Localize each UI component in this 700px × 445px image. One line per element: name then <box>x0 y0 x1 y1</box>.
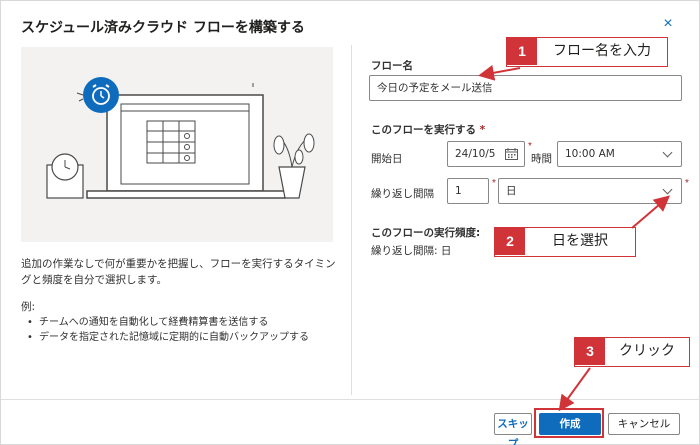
callout-2: 2 日を選択 <box>494 227 636 257</box>
repeat-unit-select[interactable]: 日 <box>498 178 682 204</box>
required-mark: * <box>685 178 689 189</box>
repeat-count-input[interactable]: 1 <box>447 178 489 204</box>
callout-1: 1 フロー名を入力 <box>506 37 668 67</box>
required-mark: * <box>492 178 496 189</box>
dialog-title: スケジュール済みクラウド フローを構築する <box>21 20 305 36</box>
start-date-input[interactable]: 24/10/5 <box>447 141 525 167</box>
skip-button[interactable]: スキップ <box>494 413 532 445</box>
start-date-label: 開始日 <box>371 153 403 165</box>
time-label: 時間 <box>531 153 552 165</box>
flow-name-input[interactable]: 今日の予定をメール送信 <box>369 75 682 101</box>
repeat-unit-value: 日 <box>506 185 517 197</box>
time-value: 10:00 AM <box>565 148 615 160</box>
chevron-down-icon <box>663 147 673 157</box>
example-list: チームへの通知を自動化して経費精算書を送信する データを指定された記憶域に定期的… <box>27 315 339 345</box>
cancel-button[interactable]: キャンセル <box>608 413 680 435</box>
frequency-value: 繰り返し間隔: 日 <box>371 245 452 257</box>
close-icon[interactable]: × <box>661 16 675 32</box>
laptop-illustration <box>21 47 333 242</box>
list-item: データを指定された記憶域に定期的に自動バックアップする <box>27 330 339 345</box>
dialog-description: 追加の作業なしで何が重要かを把握し、フローを実行するタイミングと頻度を自分で選択… <box>21 258 336 286</box>
run-label: このフローを実行する * <box>371 124 486 136</box>
flow-name-label: フロー名 <box>371 60 413 72</box>
chevron-down-icon <box>663 184 673 194</box>
example-title: 例: <box>21 301 36 313</box>
time-select[interactable]: 10:00 AM <box>557 141 682 167</box>
start-date-value: 24/10/5 <box>455 148 496 160</box>
divider <box>351 45 352 395</box>
calendar-icon[interactable] <box>505 148 518 160</box>
alarm-clock-icon <box>81 77 115 111</box>
footer-divider <box>1 399 700 400</box>
list-item: チームへの通知を自動化して経費精算書を送信する <box>27 315 339 330</box>
create-highlight <box>534 408 604 438</box>
repeat-label: 繰り返し間隔 <box>371 188 434 200</box>
callout-3: 3 クリック <box>574 337 690 367</box>
frequency-title: このフローの実行頻度: <box>371 227 481 239</box>
